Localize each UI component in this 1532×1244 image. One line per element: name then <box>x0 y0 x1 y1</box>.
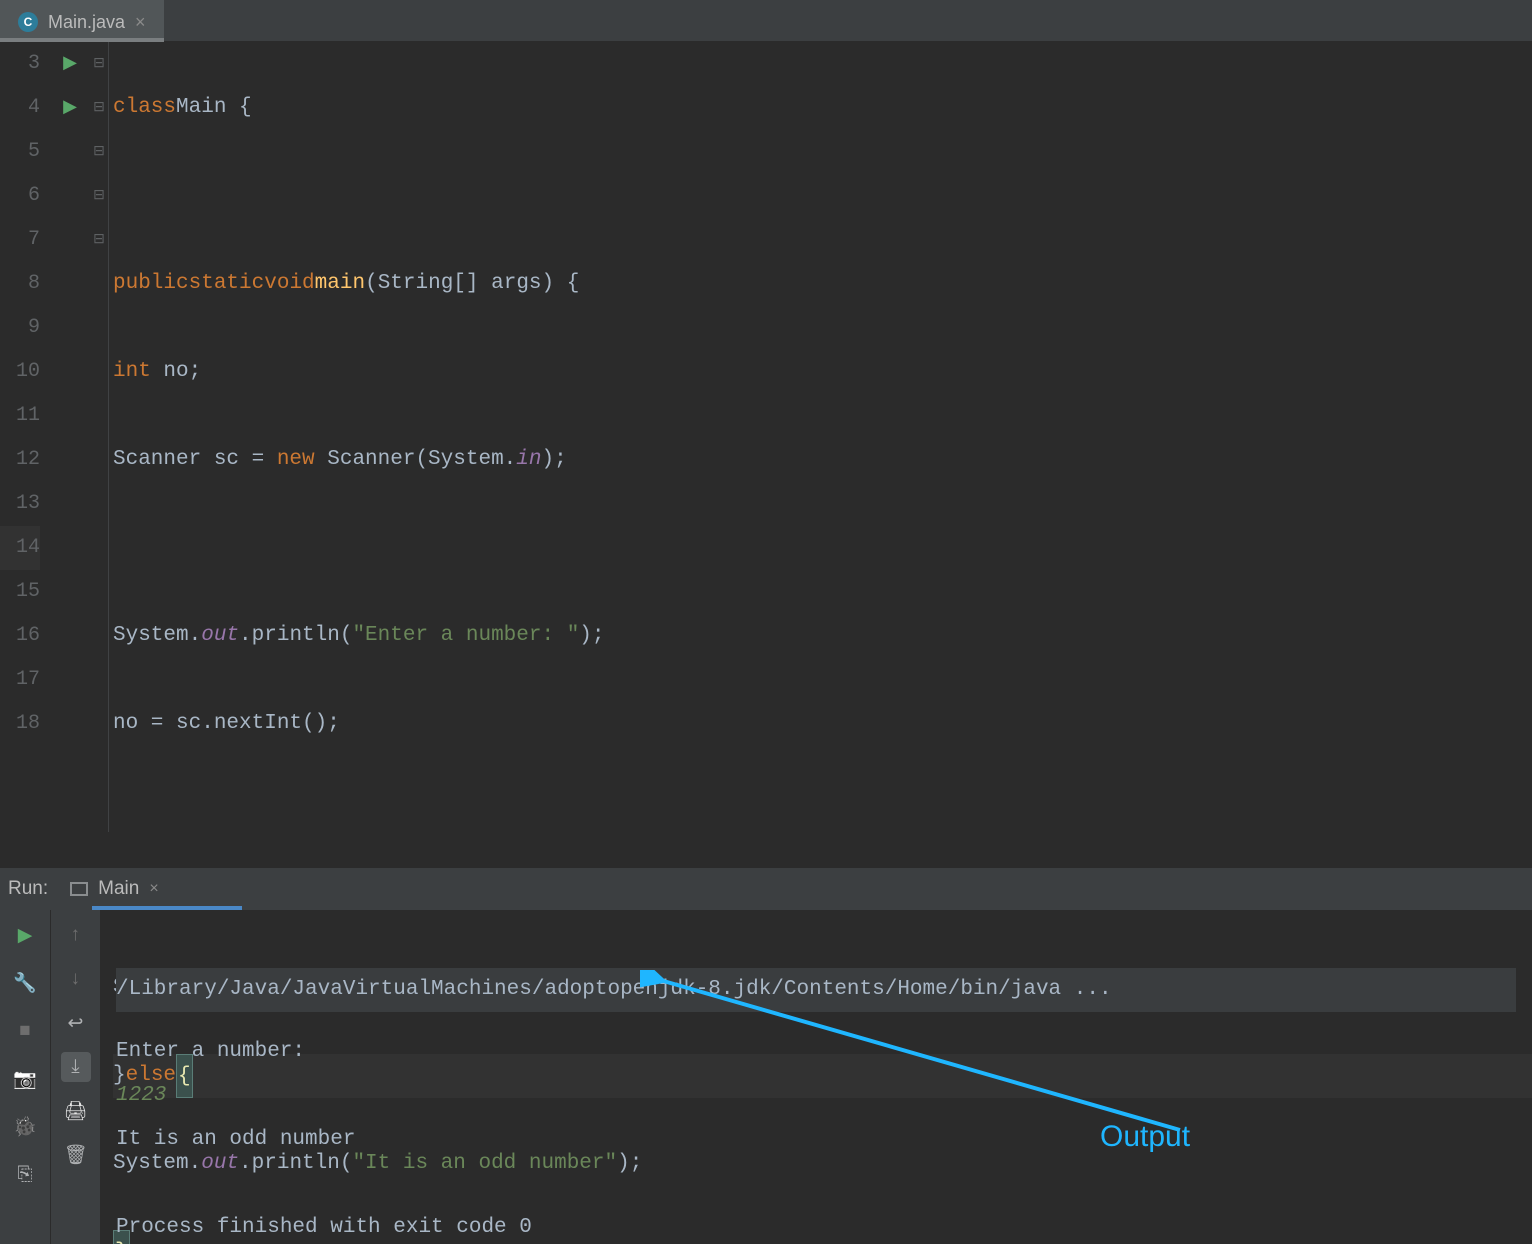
up-stack-button[interactable] <box>61 920 91 950</box>
run-toolbar-right <box>50 910 100 1244</box>
console-line: It is an odd number <box>116 1128 355 1151</box>
console-output[interactable]: /Library/Java/JavaVirtualMachines/adopto… <box>100 910 1532 1244</box>
run-panel: Run: Main × /Library/Java/JavaVirt <box>0 868 1532 1244</box>
clear-button[interactable] <box>61 1140 91 1170</box>
print-button[interactable] <box>61 1096 91 1126</box>
console-user-input: 1223 <box>116 1084 166 1107</box>
run-tab[interactable]: Main × <box>62 874 167 904</box>
editor-tab-filename: Main.java <box>48 1 125 43</box>
debug-button[interactable] <box>10 1112 40 1142</box>
run-icon-gutter: ▶ ▶ <box>50 42 90 832</box>
run-label: Run: <box>8 878 48 900</box>
fold-icon[interactable]: ⊟ <box>93 100 105 116</box>
settings-button[interactable] <box>10 968 40 998</box>
run-command-path: /Library/Java/JavaVirtualMachines/adopto… <box>116 968 1516 1012</box>
run-line-icon[interactable]: ▶ <box>63 54 77 74</box>
run-tab-name: Main <box>98 878 139 900</box>
code-editor[interactable]: 3456789101112131415161718 ▶ ▶ ⊟ ⊟ ⊟ ⊟ ⊟ … <box>0 42 1532 832</box>
fold-icon[interactable]: ⊟ <box>93 56 105 72</box>
run-toolbar-left <box>0 910 50 1244</box>
console-line: Enter a number: <box>116 1040 318 1063</box>
close-icon[interactable]: × <box>149 880 158 898</box>
console-exit-line: Process finished with exit code 0 <box>116 1216 532 1239</box>
java-class-icon: C <box>18 12 38 32</box>
run-header: Run: Main × <box>0 868 1532 910</box>
dump-threads-button[interactable] <box>10 1064 40 1094</box>
fold-icon[interactable]: ⊟ <box>93 144 105 160</box>
line-number-gutter: 3456789101112131415161718 <box>0 42 50 832</box>
exit-button[interactable] <box>10 1160 40 1190</box>
window-icon <box>70 882 88 896</box>
run-line-icon[interactable]: ▶ <box>63 98 77 118</box>
editor-tabstrip: C Main.java × <box>0 0 1532 42</box>
annotation-label: Output <box>1100 1120 1190 1154</box>
close-icon[interactable]: × <box>135 1 146 43</box>
soft-wrap-button[interactable] <box>61 1008 91 1038</box>
down-stack-button[interactable] <box>61 964 91 994</box>
fold-gutter: ⊟ ⊟ ⊟ ⊟ ⊟ <box>90 42 108 832</box>
scroll-to-end-button[interactable] <box>61 1052 91 1082</box>
fold-icon[interactable]: ⊟ <box>93 188 105 204</box>
stop-button[interactable] <box>10 1016 40 1046</box>
rerun-button[interactable] <box>10 920 40 950</box>
fold-icon[interactable]: ⊟ <box>93 232 105 248</box>
editor-tab-main[interactable]: C Main.java × <box>0 0 164 41</box>
code-body[interactable]: class Main { public static void main(Str… <box>108 42 1532 832</box>
